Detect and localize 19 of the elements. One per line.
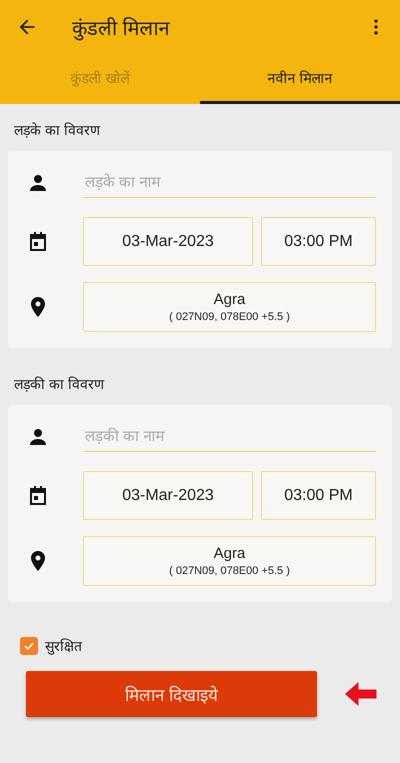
date-field[interactable]: 03-Mar-2023: [83, 217, 253, 266]
place-name: Agra: [214, 545, 246, 562]
section-heading: लड़की का विवरण: [13, 375, 106, 394]
name-field[interactable]: लड़के का नाम: [83, 168, 376, 198]
place-field[interactable]: Agra ( 027N09, 078E00 +5.5 ): [83, 536, 376, 586]
place-name: Agra: [214, 291, 246, 308]
section-heading: लड़के का विवरण: [13, 121, 102, 140]
date-field[interactable]: 03-Mar-2023: [83, 471, 253, 520]
screen-title: कुंडली मिलान: [72, 16, 171, 40]
time-field[interactable]: 03:00 PM: [261, 471, 376, 520]
place-coordinates: ( 027N09, 078E00 +5.5 ): [169, 565, 290, 577]
place-coordinates: ( 027N09, 078E00 +5.5 ): [169, 311, 290, 323]
place-field[interactable]: Agra ( 027N09, 078E00 +5.5 ): [83, 282, 376, 332]
tab[interactable]: नवीन मिलान: [200, 54, 400, 104]
name-field[interactable]: लड़की का नाम: [83, 422, 376, 452]
time-field[interactable]: 03:00 PM: [261, 217, 376, 266]
checkbox[interactable]: [20, 636, 38, 654]
checkbox-label: सुरक्षित: [45, 637, 82, 655]
show-match-button[interactable]: मिलान दिखाइये: [26, 671, 317, 717]
